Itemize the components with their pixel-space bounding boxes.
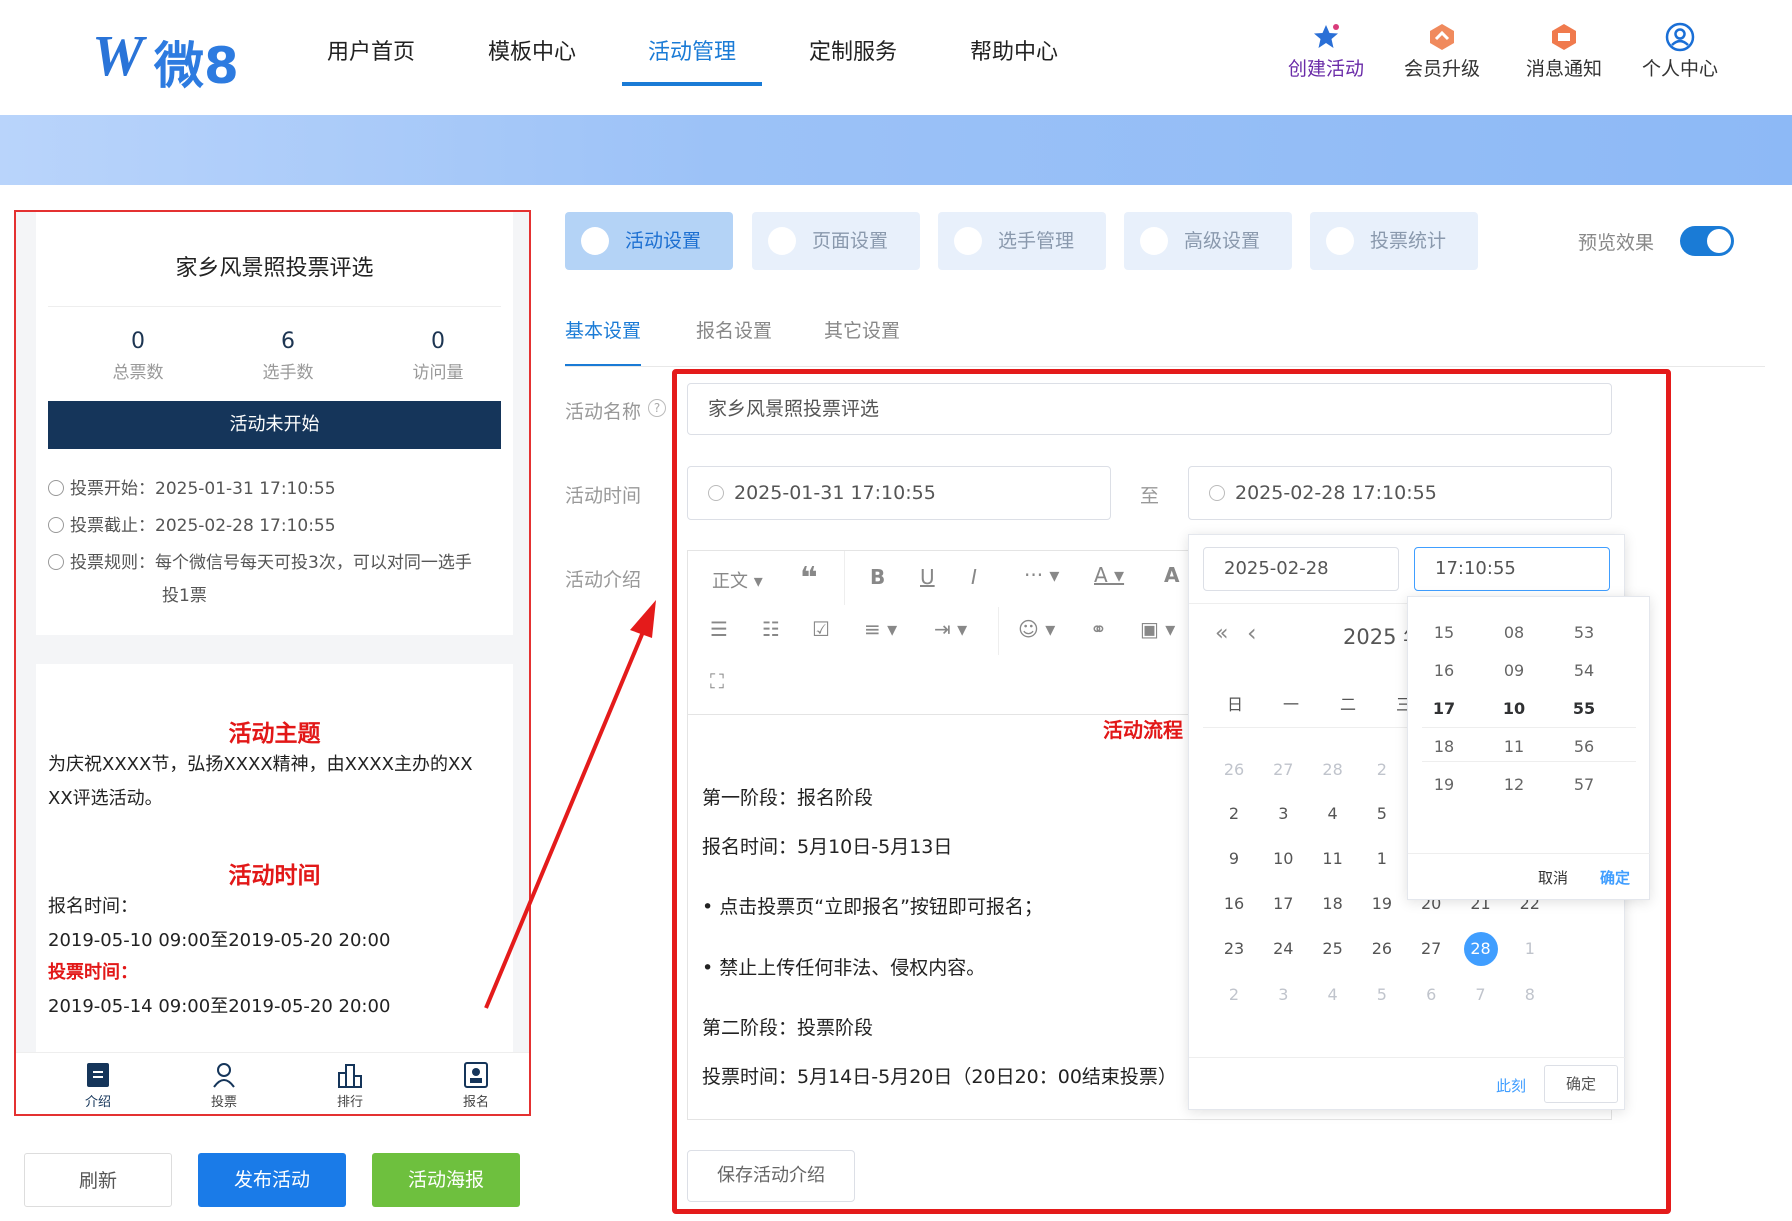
tab-activity-settings[interactable]: 活动设置 (565, 212, 733, 270)
page-icon (768, 227, 796, 255)
star-icon (1314, 24, 1339, 48)
vote-rule: 投票规则：每个微信号每天可投3次，可以对同一选手 (48, 552, 472, 574)
message-button[interactable]: 消息通知 (1514, 22, 1614, 81)
document-icon (87, 1063, 109, 1087)
nav-active-indicator (622, 82, 762, 86)
tab-intro[interactable]: 介绍 (58, 1061, 138, 1110)
signup-time: 2019-05-10 09:00至2019-05-20 20:00 (48, 930, 391, 951)
tab-ranking[interactable]: 排行 (310, 1061, 390, 1110)
nav-custom-service[interactable]: 定制服务 (809, 34, 897, 66)
stat-total-votes: 0 总票数 (112, 329, 164, 383)
highlight-box (672, 369, 1671, 1214)
subtab-signup[interactable]: 报名设置 (696, 316, 772, 343)
create-activity-label: 创建活动 (1287, 58, 1364, 80)
tab-statistics[interactable]: 投票统计 (1310, 212, 1478, 270)
user-icon (1665, 22, 1695, 52)
stat-visits: 0 访问量 (412, 329, 464, 383)
person-icon (954, 227, 982, 255)
summary-card: 家乡风景照投票评选 0 总票数 6 选手数 0 访问量 活动未开始 投票开始：2025… (36, 212, 513, 635)
nav-help[interactable]: 帮助中心 (970, 34, 1058, 66)
tab-vote[interactable]: 投票 (184, 1061, 264, 1110)
badge-icon (464, 1062, 488, 1088)
intro-card: 活动主题 为庆祝XXXX节，弘扬XXXX精神，由XXXX主办的XX XX评选活动… (36, 664, 513, 1054)
signup-label: 报名时间： (48, 896, 138, 917)
refresh-button[interactable]: 刷新 (24, 1153, 172, 1207)
subtab-other[interactable]: 其它设置 (824, 316, 900, 343)
vote-end: 投票截止：2025-02-28 17:10:55 (48, 515, 336, 537)
theme-line-1: 为庆祝XXXX节，弘扬XXXX精神，由XXXX主办的XX (48, 754, 473, 775)
annotation-arrow-icon (484, 600, 656, 1009)
help-icon[interactable]: ? (648, 399, 666, 417)
chart-icon (1326, 227, 1354, 255)
tab-advanced[interactable]: 高级设置 (1124, 212, 1292, 270)
subtab-basic[interactable]: 基本设置 (565, 316, 641, 343)
member-upgrade-label: 会员升级 (1403, 58, 1480, 80)
vote-start: 投票开始：2025-01-31 17:10:55 (48, 478, 336, 500)
time-label: 活动时间 (565, 485, 642, 507)
vote-label: 投票时间： (48, 962, 138, 983)
vote-time: 2019-05-14 09:00至2019-05-20 20:00 (48, 996, 391, 1017)
mobile-tabbar: 介绍 投票 排行 报名 (16, 1052, 529, 1114)
tab-signup[interactable]: 报名 (436, 1061, 516, 1110)
stat-contestants: 6 选手数 (262, 329, 314, 383)
publish-button[interactable]: 发布活动 (198, 1153, 346, 1207)
logo-text: 微8 (154, 37, 239, 95)
time-heading: 活动时间 (228, 863, 321, 889)
logo[interactable]: W 微8 (92, 22, 242, 95)
poster-button[interactable]: 活动海报 (372, 1153, 520, 1207)
person-icon (213, 1063, 235, 1088)
member-upgrade-button[interactable]: 会员升级 (1392, 22, 1492, 81)
preview-toggle[interactable] (1680, 226, 1734, 256)
intro-label: 活动介绍 (565, 569, 642, 591)
name-label: 活动名称 (565, 401, 642, 423)
top-header: W 微8 用户首页 模板中心 活动管理 定制服务 帮助中心 创建活动 会员升级 … (0, 0, 1792, 115)
tab-page-settings[interactable]: 页面设置 (752, 212, 920, 270)
personal-center-label: 个人中心 (1641, 58, 1718, 80)
heart-icon (581, 227, 609, 255)
message-icon (1552, 24, 1576, 50)
theme-line-2: XX评选活动。 (48, 788, 163, 809)
nav-home[interactable]: 用户首页 (327, 34, 415, 66)
vote-rule-cont: 投1票 (162, 586, 207, 606)
ranking-icon (338, 1064, 362, 1088)
tab-contestants[interactable]: 选手管理 (938, 212, 1106, 270)
create-activity-button[interactable]: 创建活动 (1276, 22, 1376, 81)
clock-icon (48, 517, 64, 533)
message-label: 消息通知 (1525, 58, 1602, 80)
nav-templates[interactable]: 模板中心 (488, 34, 576, 66)
preview-toggle-label: 预览效果 (1578, 232, 1655, 254)
clock-icon (48, 480, 64, 496)
nav-activity-management[interactable]: 活动管理 (648, 34, 736, 66)
divider (48, 306, 501, 307)
banner (0, 115, 1792, 185)
logo-mark: W (92, 23, 144, 88)
theme-heading: 活动主题 (228, 721, 321, 747)
mobile-preview: 家乡风景照投票评选 0 总票数 6 选手数 0 访问量 活动未开始 投票开始：2025… (14, 210, 531, 1116)
upgrade-icon (1430, 24, 1454, 50)
preview-title: 家乡风景照投票评选 (175, 256, 374, 281)
personal-center-button[interactable]: 个人中心 (1630, 22, 1730, 81)
info-icon (48, 554, 64, 570)
status-button[interactable]: 活动未开始 (48, 401, 501, 449)
subtab-divider (565, 366, 1765, 367)
settings-icon (1140, 227, 1168, 255)
